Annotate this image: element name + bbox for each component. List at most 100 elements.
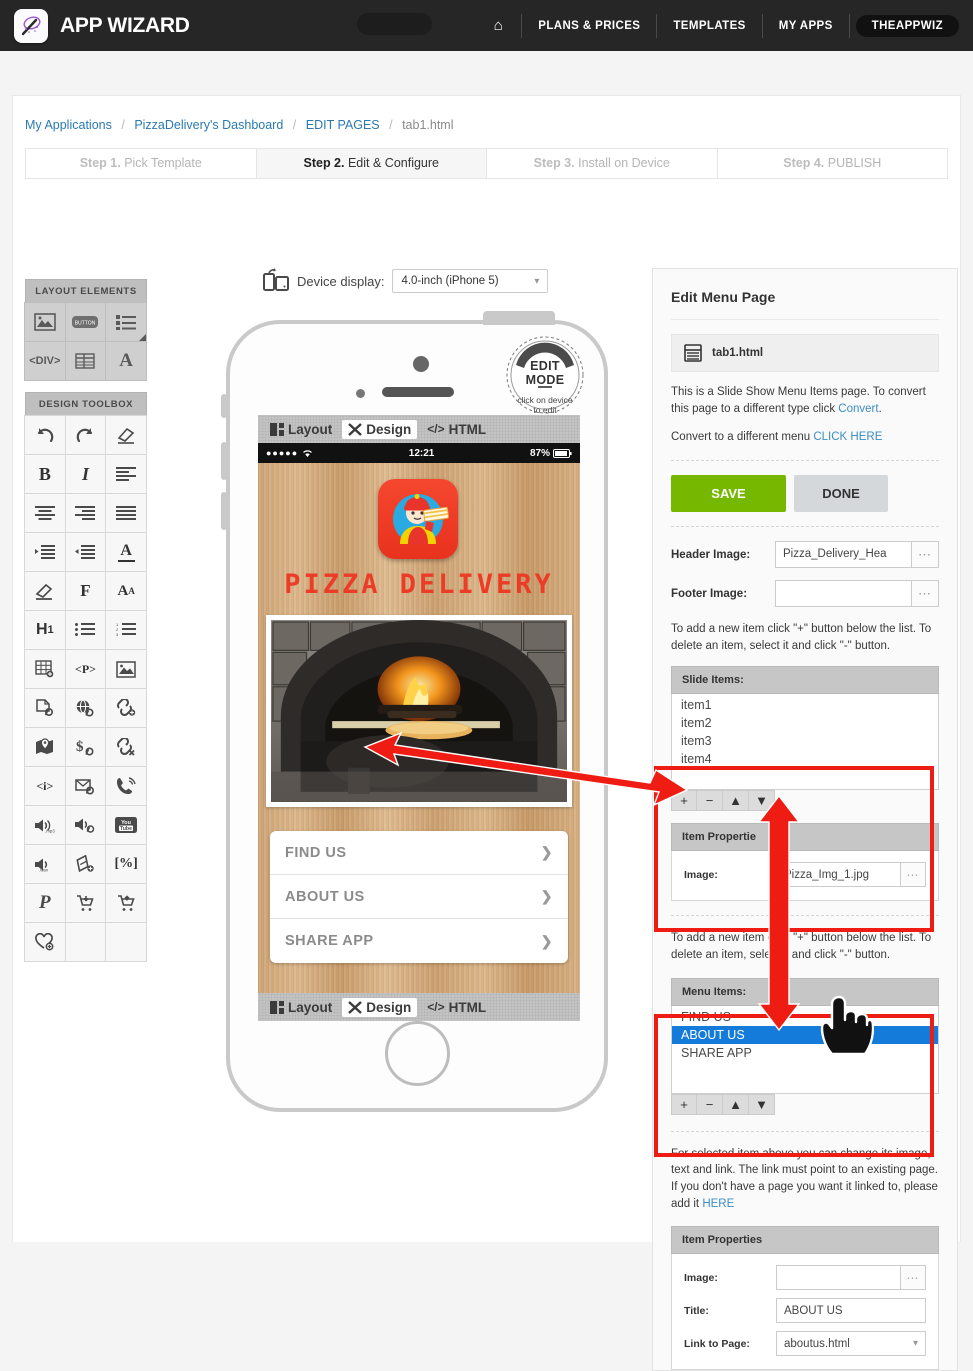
app-wizard-logo[interactable]: [14, 8, 48, 43]
step-3-install-on-device[interactable]: Step 3. Install on Device: [486, 148, 717, 179]
slide-item-image-input[interactable]: Pizza_Img_1.jpg: [776, 862, 901, 888]
item-link-select[interactable]: aboutus.html ▾: [776, 1331, 926, 1357]
save-button[interactable]: SAVE: [671, 475, 786, 513]
done-button[interactable]: DONE: [794, 475, 888, 513]
item-title-input[interactable]: ABOUT US: [776, 1298, 926, 1324]
align-justify-icon[interactable]: [105, 493, 147, 533]
breadcrumb-my-applications[interactable]: My Applications: [25, 118, 112, 132]
page-link-icon[interactable]: [24, 688, 66, 728]
list-item-selected[interactable]: ABOUT US: [672, 1025, 938, 1044]
audio-wav-icon[interactable]: .wav: [24, 844, 66, 884]
tab-layout-top[interactable]: Layout: [264, 420, 338, 439]
footer-image-browse-button[interactable]: ⋯: [912, 580, 939, 608]
tab-design-bottom[interactable]: Design: [342, 997, 418, 1017]
italic-icon[interactable]: I: [64, 454, 107, 494]
slide-items-move-down-button[interactable]: ▼: [749, 790, 775, 812]
add-to-cart-icon[interactable]: [64, 883, 107, 923]
image-element-icon[interactable]: [24, 302, 66, 342]
device-screen[interactable]: Layout Design </> HTML ●●●●● 12:21 87% P…: [258, 415, 580, 1021]
text-element-icon[interactable]: A: [105, 341, 147, 381]
font-size-icon[interactable]: AA: [105, 571, 147, 611]
nav-item-plans-and-prices[interactable]: PLANS & PRICES: [522, 13, 658, 38]
bullet-list-icon[interactable]: [64, 610, 107, 650]
indent-increase-icon[interactable]: [24, 532, 66, 572]
device-rotate-icon[interactable]: [263, 268, 289, 294]
email-link-icon[interactable]: [64, 766, 107, 806]
slide-items-list[interactable]: item1 item2 item3 item4: [671, 694, 939, 791]
home-icon[interactable]: ⌂: [476, 13, 523, 38]
menu-items-move-down-button[interactable]: ▼: [749, 1093, 775, 1115]
app-menu-item-about-us[interactable]: ABOUT US ❯: [270, 875, 568, 919]
device-preview-frame[interactable]: EDIT MODE click on device to edit Layout…: [221, 311, 608, 1112]
slide-items-move-up-button[interactable]: ▲: [723, 790, 749, 812]
slide-item-image-browse-button[interactable]: ⋯: [901, 862, 926, 888]
font-family-icon[interactable]: F: [64, 571, 107, 611]
cart-upload-icon[interactable]: [105, 883, 147, 923]
redo-icon[interactable]: [64, 415, 107, 455]
app-menu-item-share-app[interactable]: SHARE APP ❯: [270, 919, 568, 963]
undo-icon[interactable]: [24, 415, 66, 455]
align-right-icon[interactable]: [64, 493, 107, 533]
bold-icon[interactable]: B: [24, 454, 66, 494]
heading1-icon[interactable]: H1: [24, 610, 66, 650]
list-item[interactable]: item4: [672, 750, 938, 768]
menu-items-list[interactable]: FIND US ABOUT US SHARE APP: [671, 1005, 939, 1094]
slide-items-remove-button[interactable]: −: [697, 790, 723, 812]
app-menu-item-find-us[interactable]: FIND US ❯: [270, 831, 568, 875]
step-2-edit-configure[interactable]: Step 2. Edit & Configure: [255, 148, 486, 179]
numbered-list-icon[interactable]: 123: [105, 610, 147, 650]
list-item[interactable]: SHARE APP: [672, 1044, 938, 1062]
highlight-icon[interactable]: [24, 571, 66, 611]
breadcrumb-dashboard[interactable]: PizzaDelivery's Dashboard: [134, 118, 283, 132]
add-favorite-icon[interactable]: [24, 922, 66, 962]
menu-items-add-button[interactable]: +: [671, 1093, 697, 1115]
tab-layout-bottom[interactable]: Layout: [264, 998, 338, 1017]
menu-items-move-up-button[interactable]: ▲: [723, 1093, 749, 1115]
tab-html-bottom[interactable]: </> HTML: [421, 998, 492, 1017]
app-preview-body[interactable]: PIZZA DELIVERY FIND US ❯ ABOUT US ❯ SHAR…: [258, 463, 580, 993]
breadcrumb-edit-pages[interactable]: EDIT PAGES: [306, 118, 380, 132]
div-element-icon[interactable]: <DIV>: [24, 341, 66, 381]
list-item[interactable]: item3: [672, 732, 938, 750]
slide-items-add-button[interactable]: +: [671, 790, 697, 812]
table-element-icon[interactable]: [64, 341, 107, 381]
list-item[interactable]: item1: [672, 696, 938, 714]
tab-html-top[interactable]: </> HTML: [421, 420, 492, 439]
paypal-icon[interactable]: P: [24, 883, 66, 923]
paragraph-icon[interactable]: <P>: [64, 649, 107, 689]
tab-design-top[interactable]: Design: [342, 419, 418, 439]
align-center-icon[interactable]: [24, 493, 66, 533]
audio-mp3-icon[interactable]: .mp3: [24, 805, 66, 845]
item-image-browse-button[interactable]: ⋯: [901, 1265, 926, 1291]
nav-item-my-apps[interactable]: MY APPS: [763, 13, 850, 38]
percent-icon[interactable]: [%]: [105, 844, 147, 884]
nav-item-templates[interactable]: TEMPLATES: [657, 13, 763, 38]
erase-format-icon[interactable]: [105, 415, 147, 455]
audio-link-icon[interactable]: [64, 805, 107, 845]
list-item[interactable]: FIND US: [672, 1008, 938, 1026]
header-image-input[interactable]: Pizza_Delivery_Hea: [775, 541, 912, 569]
payment-link-icon[interactable]: $: [64, 727, 107, 767]
button-element-icon[interactable]: BUTTON: [64, 302, 107, 342]
header-image-browse-button[interactable]: ⋯: [912, 541, 939, 569]
click-here-link[interactable]: CLICK HERE: [813, 431, 882, 443]
map-pin-icon[interactable]: [24, 727, 66, 767]
font-color-icon[interactable]: A: [105, 532, 147, 572]
web-link-icon[interactable]: [64, 688, 107, 728]
insert-table-icon[interactable]: [24, 649, 66, 689]
youtube-icon[interactable]: You Tube: [105, 805, 147, 845]
add-link-icon[interactable]: [105, 688, 147, 728]
step-1-pick-template[interactable]: Step 1. Pick Template: [25, 148, 256, 179]
indent-decrease-icon[interactable]: [64, 532, 107, 572]
insert-image-icon[interactable]: [105, 649, 147, 689]
add-slide-icon[interactable]: [64, 844, 107, 884]
phone-link-icon[interactable]: [105, 766, 147, 806]
remove-link-icon[interactable]: [105, 727, 147, 767]
user-menu-button[interactable]: THEAPPWIZ: [855, 14, 959, 37]
step-4-publish[interactable]: Step 4. PUBLISH: [716, 148, 948, 179]
list-item[interactable]: item2: [672, 714, 938, 732]
menu-items-remove-button[interactable]: −: [697, 1093, 723, 1115]
align-left-icon[interactable]: [105, 454, 147, 494]
device-display-select[interactable]: 4.0-inch (iPhone 5) ▾: [392, 269, 549, 293]
item-image-input[interactable]: [776, 1265, 901, 1291]
